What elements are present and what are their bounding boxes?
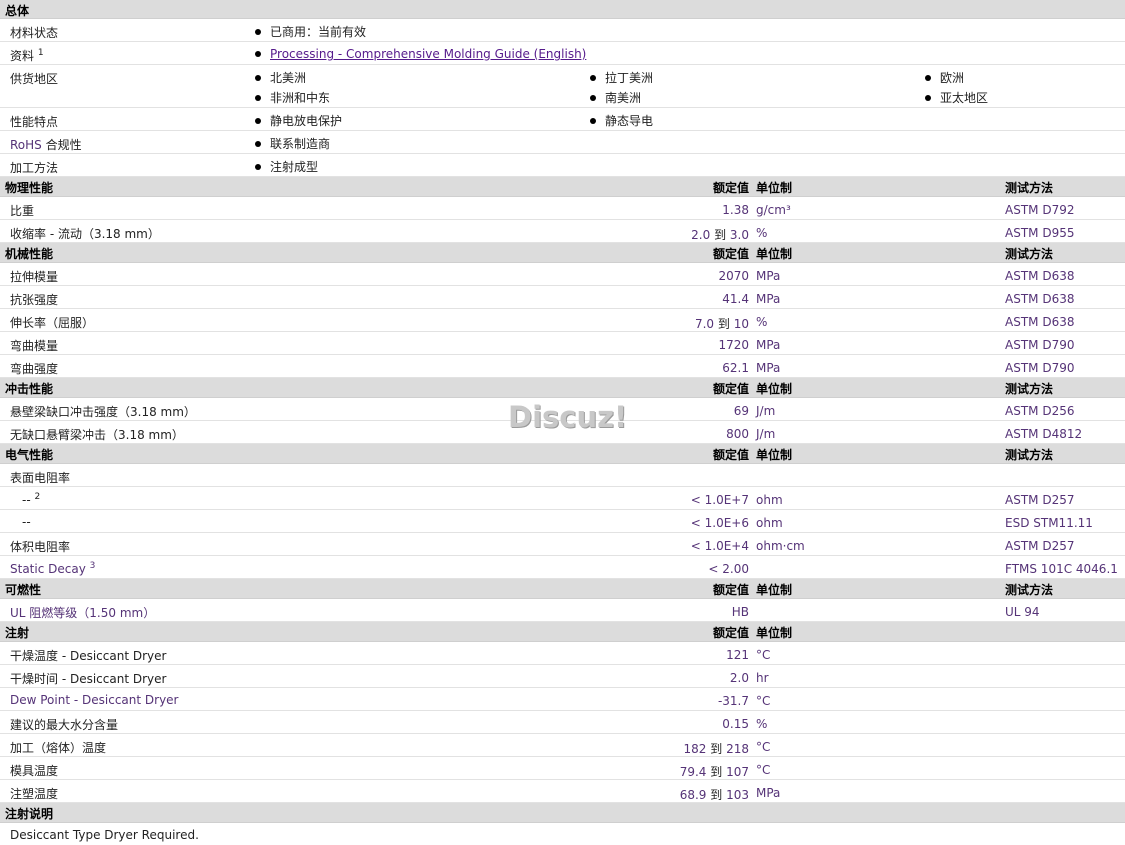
watermark-logo: Discuz!: [508, 400, 628, 434]
row-features: 性能特点 静电放电保护 静态导电: [0, 108, 1125, 131]
section-header-electrical: 电气性能 额定值 单位制 测试方法: [0, 444, 1125, 464]
row-supply-regions: 供货地区 北美洲 拉丁美洲 欧洲 非洲和中东 南美洲 亚太地区: [0, 65, 1125, 108]
row-label: RoHS 合规性: [10, 138, 82, 152]
property-row: 比重 1.38 g/cm³ ASTM D792: [0, 197, 1125, 220]
row-rohs: RoHS 合规性 联系制造商: [0, 131, 1125, 154]
row-processing: 加工方法 注射成型: [0, 154, 1125, 177]
bullet-item: 北美洲: [255, 69, 306, 86]
bullet-icon: [255, 94, 261, 101]
row-label: 资料 1: [10, 48, 44, 63]
bullet-icon: [590, 117, 596, 124]
row-docs: 资料 1 Processing - Comprehensive Molding …: [0, 42, 1125, 65]
row-label: 性能特点: [10, 115, 59, 129]
property-row: Static Decay 3 < 2.00 FTMS 101C 4046.1: [0, 556, 1125, 579]
section-header-physical: 物理性能 额定值 单位制 测试方法: [0, 177, 1125, 197]
section-title: 总体: [5, 4, 30, 18]
section-header-flammability: 可燃性 额定值 单位制 测试方法: [0, 579, 1125, 599]
property-row: 模具温度 79.4 到 107 °C: [0, 757, 1125, 780]
bullet-item: 非洲和中东: [255, 89, 330, 106]
row-material-status: 材料状态 已商用：当前有效: [0, 19, 1125, 42]
row-label: 供货地区: [10, 72, 59, 86]
bullet-icon: [255, 50, 261, 57]
property-row: 干燥温度 - Desiccant Dryer 121 °C: [0, 642, 1125, 665]
bullet-icon: [255, 163, 261, 170]
bullet-icon: [255, 74, 261, 81]
bullet-icon: [590, 94, 596, 101]
bullet-icon: [255, 140, 261, 147]
bullet-item: 欧洲: [925, 69, 964, 86]
bullet-icon: [255, 117, 261, 124]
property-row: 收缩率 - 流动（3.18 mm） 2.0 到 3.0 % ASTM D955: [0, 220, 1125, 243]
bullet-item: 已商用：当前有效: [255, 23, 366, 40]
section-header-injection: 注射 额定值 单位制: [0, 622, 1125, 642]
property-row: UL 阻燃等级（1.50 mm） HB UL 94: [0, 599, 1125, 622]
property-row: 表面电阻率: [0, 464, 1125, 487]
section-header-mechanical: 机械性能 额定值 单位制 测试方法: [0, 243, 1125, 263]
doc-link[interactable]: Processing - Comprehensive Molding Guide…: [270, 47, 586, 61]
property-row: 建议的最大水分含量 0.15 %: [0, 711, 1125, 734]
bullet-item: 静电放电保护: [255, 112, 342, 129]
property-row: 干燥时间 - Desiccant Dryer 2.0 hr: [0, 665, 1125, 688]
section-header-impact: 冲击性能 额定值 单位制 测试方法: [0, 378, 1125, 398]
bullet-icon: [255, 28, 261, 35]
section-header-general: 总体: [0, 0, 1125, 19]
bullet-item: 亚太地区: [925, 89, 988, 106]
property-row: 注塑温度 68.9 到 103 MPa: [0, 780, 1125, 803]
bullet-item: 拉丁美洲: [590, 69, 653, 86]
bullet-icon: [925, 94, 931, 101]
notes-row: Desiccant Type Dryer Required.: [0, 823, 1125, 845]
property-row: 伸长率（屈服） 7.0 到 10 % ASTM D638: [0, 309, 1125, 332]
bullet-item: Processing - Comprehensive Molding Guide…: [255, 47, 586, 61]
row-label: 材料状态: [10, 26, 59, 40]
property-row: 弯曲强度 62.1 MPa ASTM D790: [0, 355, 1125, 378]
property-row: 体积电阻率 < 1.0E+4 ohm·cm ASTM D257: [0, 533, 1125, 556]
property-row: -- 2 < 1.0E+7 ohm ASTM D257: [0, 487, 1125, 510]
property-row: 拉伸模量 2070 MPa ASTM D638: [0, 263, 1125, 286]
bullet-icon: [925, 74, 931, 81]
bullet-item: 静态导电: [590, 112, 653, 129]
bullet-item: 南美洲: [590, 89, 641, 106]
property-row: 加工（熔体）温度 182 到 218 °C: [0, 734, 1125, 757]
property-row: 弯曲模量 1720 MPa ASTM D790: [0, 332, 1125, 355]
property-row: 抗张强度 41.4 MPa ASTM D638: [0, 286, 1125, 309]
section-header-notes: 注射说明: [0, 803, 1125, 823]
property-row: -- < 1.0E+6 ohm ESD STM11.11: [0, 510, 1125, 533]
property-row: Dew Point - Desiccant Dryer -31.7 °C: [0, 688, 1125, 711]
bullet-item: 注射成型: [255, 158, 318, 175]
bullet-item: 联系制造商: [255, 135, 330, 152]
bullet-icon: [590, 74, 596, 81]
row-label: 加工方法: [10, 161, 59, 175]
